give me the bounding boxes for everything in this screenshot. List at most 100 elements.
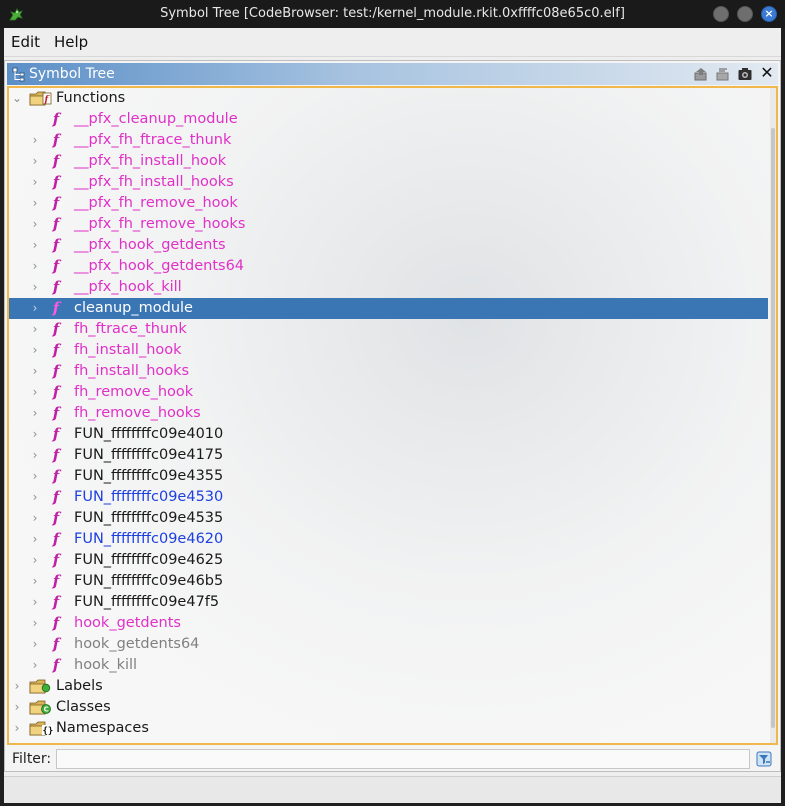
- function-icon: f: [52, 551, 60, 569]
- panel-close-button[interactable]: ✕: [759, 64, 775, 82]
- function-name-label: __pfx_fh_install_hooks: [74, 174, 234, 190]
- function-icon: f: [52, 194, 60, 212]
- function-name-label: FUN_ffffffffc09e4535: [74, 510, 224, 526]
- function-tree-item[interactable]: › f __pfx_hook_getdents: [9, 235, 768, 256]
- filter-input[interactable]: [56, 749, 750, 769]
- expand-chevron-icon[interactable]: ›: [11, 700, 23, 714]
- snapshot-camera-icon[interactable]: [737, 66, 753, 82]
- tree-node-namespaces[interactable]: › {} Namespaces: [9, 718, 768, 739]
- minimize-button[interactable]: [713, 6, 729, 22]
- expand-chevron-icon[interactable]: ›: [29, 154, 41, 168]
- maximize-button[interactable]: [737, 6, 753, 22]
- scrollbar-thumb[interactable]: [771, 128, 775, 728]
- expand-chevron-icon[interactable]: ›: [29, 280, 41, 294]
- function-tree-item[interactable]: › f fh_install_hooks: [9, 361, 768, 382]
- expand-chevron-icon[interactable]: ›: [29, 343, 41, 357]
- expand-chevron-icon[interactable]: ›: [29, 385, 41, 399]
- expand-chevron-icon[interactable]: ›: [29, 196, 41, 210]
- menu-edit[interactable]: Edit: [11, 28, 40, 56]
- function-tree-item[interactable]: › f FUN_ffffffffc09e47f5: [9, 592, 768, 613]
- expand-chevron-icon[interactable]: ›: [29, 238, 41, 252]
- function-tree-item[interactable]: › f FUN_ffffffffc09e4530: [9, 487, 768, 508]
- function-tree-item[interactable]: › f __pfx_hook_kill: [9, 277, 768, 298]
- symbol-tree-view[interactable]: ⌄ f Functions f __pfx_cleanup_module › f __p…: [7, 86, 778, 745]
- function-tree-item[interactable]: › f FUN_ffffffffc09e4175: [9, 445, 768, 466]
- function-icon: f: [52, 131, 60, 149]
- function-tree-item[interactable]: › f FUN_ffffffffc09e46b5: [9, 571, 768, 592]
- menu-help[interactable]: Help: [54, 28, 88, 56]
- function-tree-item[interactable]: f __pfx_cleanup_module: [9, 109, 768, 130]
- expand-chevron-icon[interactable]: ›: [29, 532, 41, 546]
- expand-chevron-icon[interactable]: ›: [29, 175, 41, 189]
- function-tree-item[interactable]: › f hook_getdents64: [9, 634, 768, 655]
- function-tree-item[interactable]: › f hook_kill: [9, 655, 768, 676]
- filter-options-icon[interactable]: [756, 751, 772, 767]
- status-bar: [4, 776, 781, 803]
- create-namespace-icon[interactable]: [693, 66, 709, 82]
- window-close-button[interactable]: ×: [761, 6, 777, 22]
- expand-chevron-icon[interactable]: ›: [29, 595, 41, 609]
- function-tree-item[interactable]: › f fh_remove_hook: [9, 382, 768, 403]
- function-icon: f: [52, 404, 60, 422]
- expand-chevron-icon[interactable]: ›: [29, 616, 41, 630]
- function-tree-item[interactable]: › f FUN_ffffffffc09e4535: [9, 508, 768, 529]
- function-tree-item[interactable]: › f __pfx_fh_ftrace_thunk: [9, 130, 768, 151]
- function-name-label: hook_getdents64: [74, 636, 200, 652]
- symbol-tree-icon: [12, 67, 25, 82]
- function-icon: f: [52, 572, 60, 590]
- tree-node-functions[interactable]: ⌄ f Functions: [9, 88, 768, 109]
- function-tree-item[interactable]: › f hook_getdents: [9, 613, 768, 634]
- expand-chevron-icon[interactable]: ›: [29, 448, 41, 462]
- function-tree-item[interactable]: › f __pfx_fh_install_hooks: [9, 172, 768, 193]
- function-tree-item[interactable]: › f __pfx_fh_remove_hooks: [9, 214, 768, 235]
- function-tree-item[interactable]: › f __pfx_fh_install_hook: [9, 151, 768, 172]
- filter-label: Filter:: [12, 751, 52, 767]
- function-tree-item[interactable]: › f fh_ftrace_thunk: [9, 319, 768, 340]
- function-icon: f: [52, 488, 60, 506]
- expand-chevron-icon[interactable]: ›: [29, 553, 41, 567]
- function-name-label: fh_install_hooks: [74, 363, 190, 379]
- function-icon: f: [52, 341, 60, 359]
- expand-chevron-icon[interactable]: ›: [29, 469, 41, 483]
- function-tree-item[interactable]: › f FUN_ffffffffc09e4010: [9, 424, 768, 445]
- expand-chevron-icon[interactable]: ›: [29, 259, 41, 273]
- function-tree-item[interactable]: › f FUN_ffffffffc09e4355: [9, 466, 768, 487]
- create-class-icon[interactable]: [715, 66, 731, 82]
- function-tree-item[interactable]: › f FUN_ffffffffc09e4620: [9, 529, 768, 550]
- folder-label-labels: Labels: [56, 678, 103, 694]
- labels-folder-icon: [29, 679, 51, 694]
- expand-chevron-icon[interactable]: ›: [29, 322, 41, 336]
- function-tree-item[interactable]: › f fh_install_hook: [9, 340, 768, 361]
- expand-chevron-icon[interactable]: ›: [29, 490, 41, 504]
- expand-chevron-icon[interactable]: ›: [29, 511, 41, 525]
- function-icon: f: [52, 425, 60, 443]
- expand-chevron-icon[interactable]: ›: [29, 574, 41, 588]
- collapse-chevron-icon[interactable]: ⌄: [11, 91, 23, 105]
- tree-node-classes[interactable]: › C Classes: [9, 697, 768, 718]
- function-name-label: __pfx_fh_install_hook: [74, 153, 227, 169]
- tree-node-labels[interactable]: › Labels: [9, 676, 768, 697]
- expand-chevron-icon[interactable]: ›: [11, 721, 23, 735]
- expand-chevron-icon[interactable]: ›: [29, 133, 41, 147]
- expand-chevron-icon[interactable]: ›: [29, 301, 41, 315]
- vertical-scrollbar[interactable]: [770, 88, 776, 743]
- function-name-label: hook_getdents: [74, 615, 181, 631]
- expand-chevron-icon[interactable]: ›: [29, 658, 41, 672]
- expand-chevron-icon[interactable]: ›: [29, 364, 41, 378]
- menu-bar: Edit Help: [4, 28, 781, 57]
- function-tree-item[interactable]: › f __pfx_hook_getdents64: [9, 256, 768, 277]
- expand-chevron-icon[interactable]: ›: [29, 406, 41, 420]
- panel-title: Symbol Tree: [29, 66, 115, 82]
- function-tree-item[interactable]: › f FUN_ffffffffc09e4625: [9, 550, 768, 571]
- function-name-label: FUN_ffffffffc09e46b5: [74, 573, 224, 589]
- expand-chevron-icon[interactable]: ›: [11, 679, 23, 693]
- function-name-label: __pfx_hook_getdents: [74, 237, 226, 253]
- function-icon: f: [52, 635, 60, 653]
- expand-chevron-icon[interactable]: ›: [29, 427, 41, 441]
- expand-chevron-icon[interactable]: ›: [29, 637, 41, 651]
- expand-chevron-icon[interactable]: ›: [29, 217, 41, 231]
- function-tree-item[interactable]: › f fh_remove_hooks: [9, 403, 768, 424]
- functions-folder-icon: f: [29, 91, 52, 106]
- function-tree-item[interactable]: › f __pfx_fh_remove_hook: [9, 193, 768, 214]
- function-tree-item[interactable]: › f cleanup_module: [9, 298, 768, 319]
